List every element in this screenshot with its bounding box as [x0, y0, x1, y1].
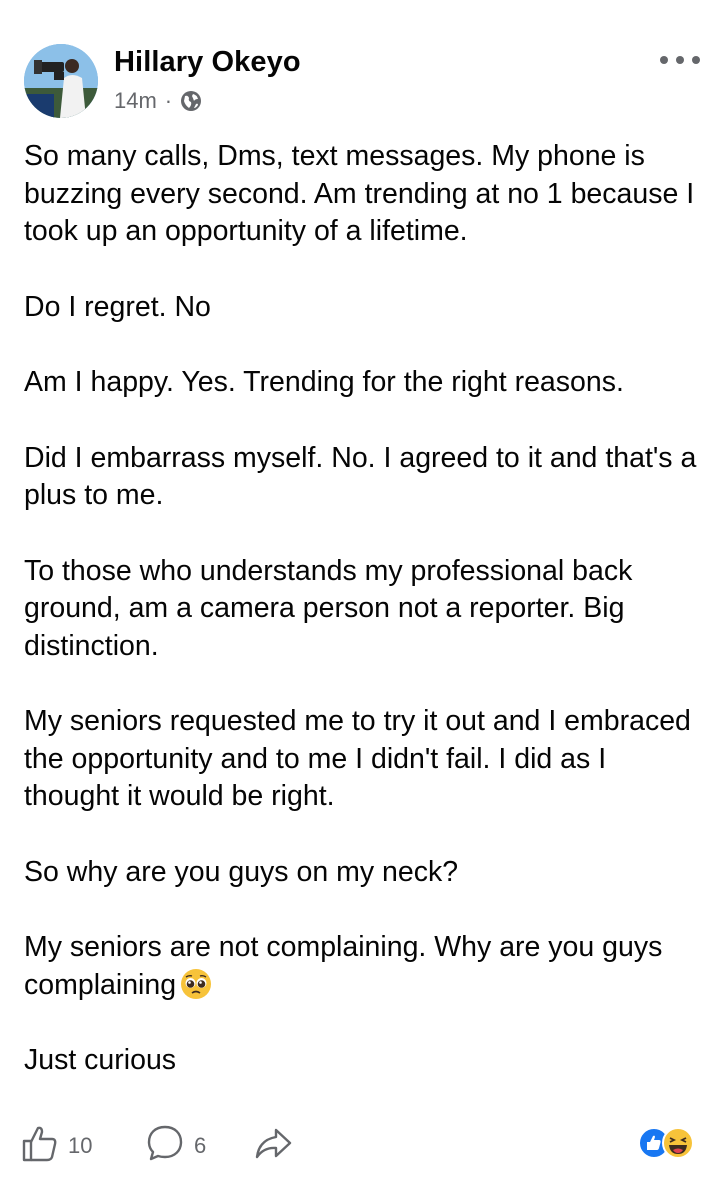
- post-timestamp[interactable]: 14m: [114, 88, 157, 114]
- laughing-reaction-icon: [662, 1127, 694, 1159]
- reaction-summary[interactable]: [638, 1126, 696, 1160]
- thumbs-up-icon: [22, 1124, 58, 1168]
- globe-icon: [180, 90, 202, 112]
- post-paragraph: Did I embarrass myself. No. I agreed to …: [24, 441, 697, 512]
- like-button[interactable]: 10: [22, 1124, 92, 1168]
- post-body: So many calls, Dms, text messages. My ph…: [24, 138, 704, 1080]
- post-paragraph: Just curious: [24, 1044, 177, 1076]
- post-actions-bar: 10 6: [22, 1124, 702, 1164]
- post-paragraph-with-emoji: My seniors are not complaining. Why are …: [24, 929, 704, 1004]
- post-meta: 14m ·: [114, 88, 202, 114]
- post-paragraph: So why are you guys on my neck?: [24, 855, 459, 888]
- pleading-face-emoji: [180, 968, 212, 1000]
- post-paragraph: To those who understands my professional…: [24, 554, 633, 662]
- post-header: Hillary Okeyo 14m ·: [24, 44, 704, 120]
- author-name[interactable]: Hillary Okeyo: [114, 46, 301, 79]
- post-paragraph-text: My seniors are not complaining. Why are …: [24, 931, 663, 1001]
- post-paragraph: Am I happy. Yes. Trending for the right …: [24, 366, 624, 398]
- post-paragraph: My seniors requested me to try it out an…: [24, 705, 691, 812]
- post-paragraph: So many calls, Dms, text messages. My ph…: [24, 140, 695, 247]
- author-avatar[interactable]: [24, 44, 98, 118]
- comment-button[interactable]: 6: [146, 1124, 206, 1168]
- comment-icon: [146, 1124, 184, 1168]
- more-options-icon[interactable]: [660, 50, 700, 70]
- meta-separator: ·: [164, 88, 173, 113]
- share-icon: [254, 1124, 292, 1168]
- comment-count: 6: [194, 1133, 207, 1158]
- like-count: 10: [68, 1133, 93, 1158]
- share-button[interactable]: [254, 1124, 292, 1168]
- post-paragraph: Do I regret. No: [24, 290, 211, 323]
